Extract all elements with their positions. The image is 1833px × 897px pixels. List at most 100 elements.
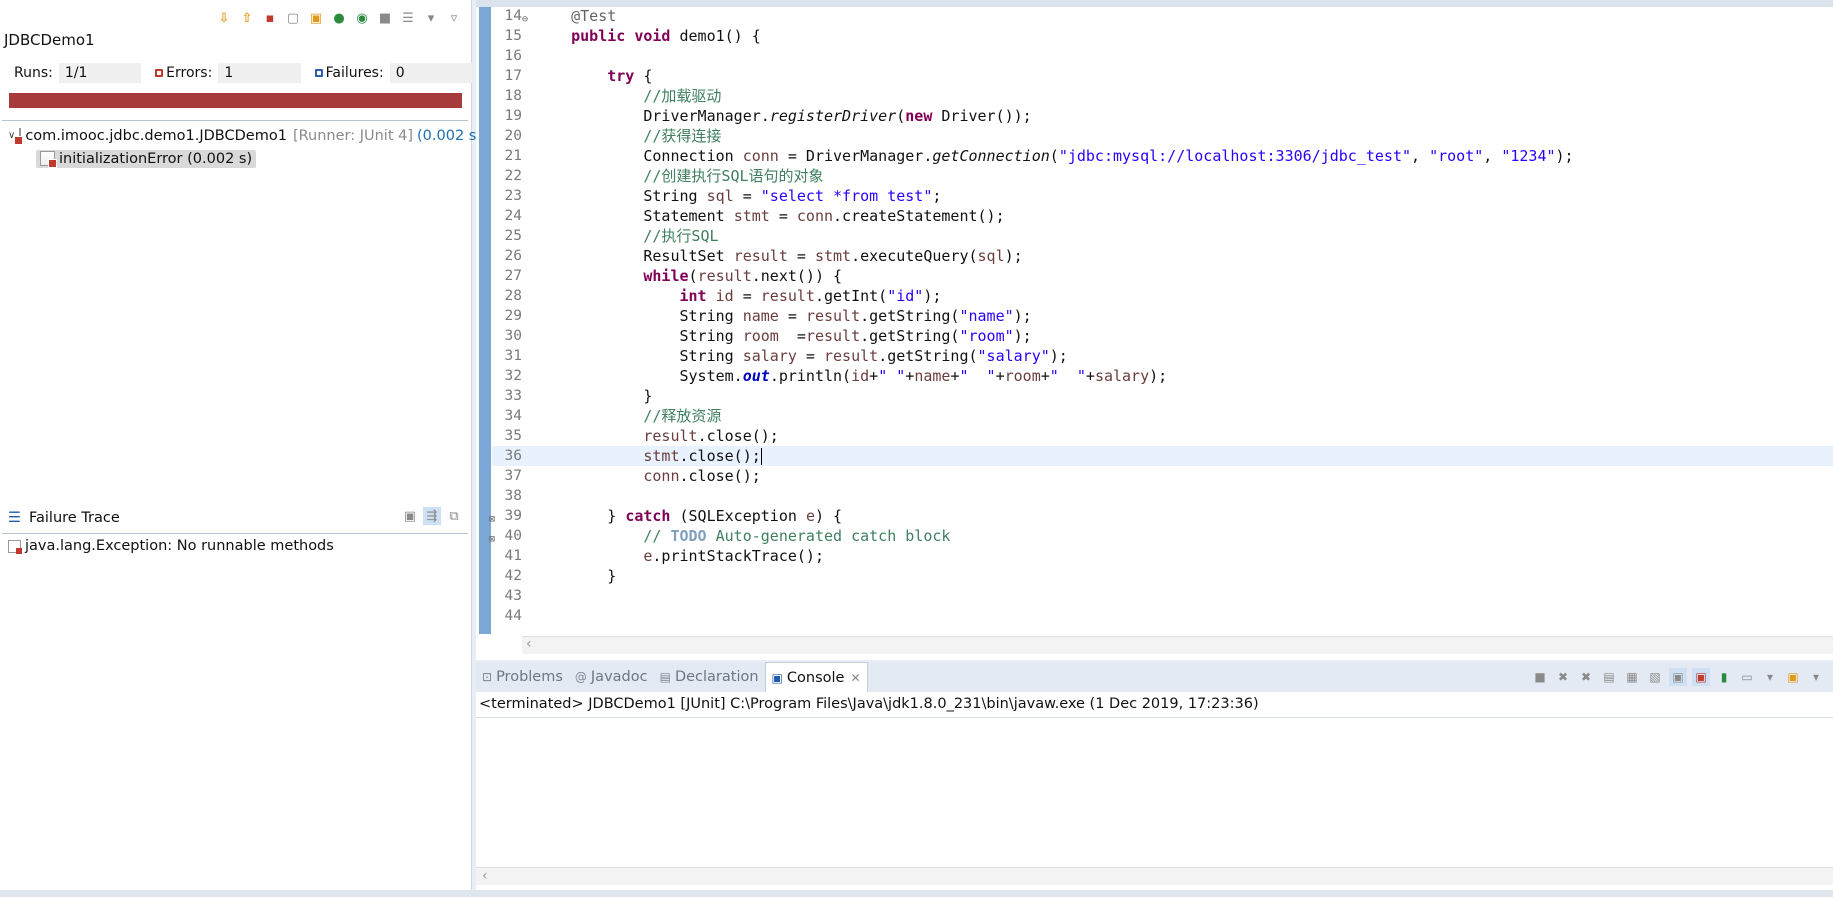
- scroll-left-icon[interactable]: ‹: [526, 636, 532, 652]
- code-line[interactable]: 26 ResultSet result = stmt.executeQuery(…: [492, 246, 1833, 266]
- tree-row-suite[interactable]: ∨ com.imooc.jdbc.demo1.JDBCDemo1 [Runner…: [0, 124, 482, 147]
- code-line[interactable]: 18 //加载驱动: [492, 86, 1833, 106]
- open-console-dropdown-icon[interactable]: ▾: [1807, 668, 1825, 686]
- line-number: 42: [504, 568, 522, 584]
- code-line[interactable]: 30 String room =result.getString("room")…: [492, 326, 1833, 346]
- code-line[interactable]: 14 ⊖ @Test: [492, 6, 1833, 26]
- code-line[interactable]: 17 try {: [492, 66, 1833, 86]
- code-line[interactable]: 41 e.printStackTrace();: [492, 546, 1833, 566]
- history-dropdown-icon[interactable]: ▾: [422, 9, 440, 27]
- failure-trace-row[interactable]: java.lang.Exception: No runnable methods: [8, 535, 334, 557]
- remove-launch-icon[interactable]: ✖: [1554, 668, 1572, 686]
- code-line[interactable]: 27 while(result.next()) {: [492, 266, 1833, 286]
- show-on-stderr-icon[interactable]: ▣: [1692, 668, 1710, 686]
- code-line[interactable]: 32 System.out.println(id+" "+name+" "+ro…: [492, 366, 1833, 386]
- code-text: System.out.println(id+" "+name+" "+room+…: [535, 367, 1168, 385]
- editor-horizontal-scrollbar[interactable]: ‹: [522, 636, 1833, 654]
- previous-failure-icon[interactable]: ⇧: [238, 9, 256, 27]
- fold-toggle-icon[interactable]: ⊖: [522, 10, 531, 25]
- test-suite-error-icon: [14, 128, 24, 145]
- line-number: 44: [504, 608, 522, 624]
- code-line[interactable]: 19 DriverManager.registerDriver(new Driv…: [492, 106, 1833, 126]
- tab-javadoc[interactable]: @ Javadoc: [569, 662, 654, 692]
- tab-console[interactable]: ▣ Console ✕: [764, 662, 868, 692]
- code-text: String salary = result.getString("salary…: [535, 347, 1068, 365]
- exception-icon: [8, 539, 22, 554]
- code-line[interactable]: 37 conn.close();: [492, 466, 1833, 486]
- tab-problems[interactable]: ⊡ Problems: [476, 662, 569, 692]
- word-wrap-icon[interactable]: ▧: [1646, 668, 1664, 686]
- scroll-lock-icon[interactable]: ▢: [284, 9, 302, 27]
- compare-result-icon[interactable]: ▣: [401, 507, 419, 525]
- remove-all-terminated-icon[interactable]: ✖: [1577, 668, 1595, 686]
- code-line[interactable]: 34 //释放资源: [492, 406, 1833, 426]
- view-menu-icon[interactable]: ▿: [445, 9, 463, 27]
- code-line[interactable]: 23 String sql = "select *from test";: [492, 186, 1833, 206]
- line-number: 38: [504, 488, 522, 504]
- test-run-history-icon[interactable]: ☰: [399, 9, 417, 27]
- clear-console-icon[interactable]: ▤: [1600, 668, 1618, 686]
- next-failure-icon[interactable]: ⇩: [215, 9, 233, 27]
- pin-console-icon[interactable]: ▮: [1715, 668, 1733, 686]
- junit-toolbar: ⇩ ⇧ ▪ ▢ ▣ ● ◉ ■ ☰ ▾ ▿: [215, 6, 463, 30]
- code-text: }: [535, 567, 617, 585]
- scroll-left-icon[interactable]: ‹: [482, 868, 488, 884]
- code-line[interactable]: 36 stmt.close();: [492, 446, 1833, 466]
- line-number: 33: [504, 388, 522, 404]
- code-line[interactable]: 43: [492, 586, 1833, 606]
- code-line[interactable]: 16: [492, 46, 1833, 66]
- show-on-stdout-icon[interactable]: ▣: [1669, 668, 1687, 686]
- code-line[interactable]: 24 Statement stmt = conn.createStatement…: [492, 206, 1833, 226]
- display-console-dropdown-icon[interactable]: ▾: [1761, 668, 1779, 686]
- line-number: 22: [504, 168, 522, 184]
- code-text: //创建执行SQL语句的对象: [643, 167, 824, 185]
- code-line[interactable]: 40 ⊠ // TODO Auto-generated catch block: [489, 526, 1833, 546]
- code-line[interactable]: 39 ⊠ } catch (SQLException e) {: [489, 506, 1833, 526]
- stop-icon[interactable]: ■: [376, 9, 394, 27]
- open-console-icon[interactable]: ▣: [1784, 668, 1802, 686]
- code-line[interactable]: 28 int id = result.getInt("id");: [492, 286, 1833, 306]
- display-console-icon[interactable]: ▭: [1738, 668, 1756, 686]
- code-line[interactable]: 15 public void demo1() {: [492, 26, 1833, 46]
- suite-runner: [Runner: JUnit 4]: [292, 127, 413, 144]
- code-line[interactable]: 33 }: [492, 386, 1833, 406]
- code-line[interactable]: 42 }: [492, 566, 1833, 586]
- line-number: 18: [504, 88, 522, 104]
- test-tree[interactable]: ∨ com.imooc.jdbc.demo1.JDBCDemo1 [Runner…: [0, 124, 482, 170]
- line-number: 14: [504, 8, 522, 24]
- filter-stack-trace-icon[interactable]: ⇶: [423, 507, 441, 525]
- show-failures-only-icon[interactable]: ▪: [261, 9, 279, 27]
- code-text: while(result.next()) {: [643, 267, 843, 285]
- failure-trace-message: java.lang.Exception: No runnable methods: [25, 538, 334, 554]
- code-line[interactable]: 22 //创建执行SQL语句的对象: [492, 166, 1833, 186]
- code-line[interactable]: 35 result.close();: [492, 426, 1833, 446]
- tab-declaration[interactable]: ▤ Declaration: [654, 662, 765, 692]
- rerun-failed-first-icon[interactable]: ◉: [353, 9, 371, 27]
- code-line[interactable]: 31 String salary = result.getString("sal…: [492, 346, 1833, 366]
- copy-trace-icon[interactable]: ⧉: [445, 507, 463, 525]
- selected-test-case[interactable]: initializationError (0.002 s): [36, 149, 257, 168]
- code-editor[interactable]: 14 ⊖ @Test 15 public void demo1() {16 17 tr…: [476, 0, 1833, 660]
- problems-icon: ⊡: [482, 670, 493, 684]
- history-icon[interactable]: ▣: [307, 9, 325, 27]
- terminate-icon[interactable]: ■: [1531, 668, 1549, 686]
- code-line[interactable]: 20 //获得连接: [492, 126, 1833, 146]
- editor-lines[interactable]: 14 ⊖ @Test 15 public void demo1() {16 17 tr…: [489, 6, 1833, 626]
- errors-label-text: Errors:: [166, 65, 213, 81]
- tree-row-case[interactable]: initializationError (0.002 s): [0, 147, 472, 170]
- line-number: 29: [504, 308, 522, 324]
- console-horizontal-scrollbar[interactable]: ‹: [476, 867, 1833, 885]
- code-line[interactable]: 25 //执行SQL: [492, 226, 1833, 246]
- code-line[interactable]: 29 String name = result.getString("name"…: [492, 306, 1833, 326]
- junit-counters: Runs: 1/1 Errors: 1 Failures: 0: [0, 60, 473, 86]
- line-number: 32: [504, 368, 522, 384]
- scroll-lock-icon[interactable]: ▦: [1623, 668, 1641, 686]
- failure-icon: [314, 69, 323, 77]
- bottom-views: ⊡ Problems @ Javadoc ▤ Declaration ▣ Con…: [476, 662, 1833, 890]
- code-line[interactable]: 44: [492, 606, 1833, 626]
- runs-label: Runs:: [14, 65, 53, 81]
- code-line[interactable]: 21 Connection conn = DriverManager.getCo…: [492, 146, 1833, 166]
- close-icon[interactable]: ✕: [850, 671, 860, 685]
- code-line[interactable]: 38: [492, 486, 1833, 506]
- rerun-test-icon[interactable]: ●: [330, 9, 348, 27]
